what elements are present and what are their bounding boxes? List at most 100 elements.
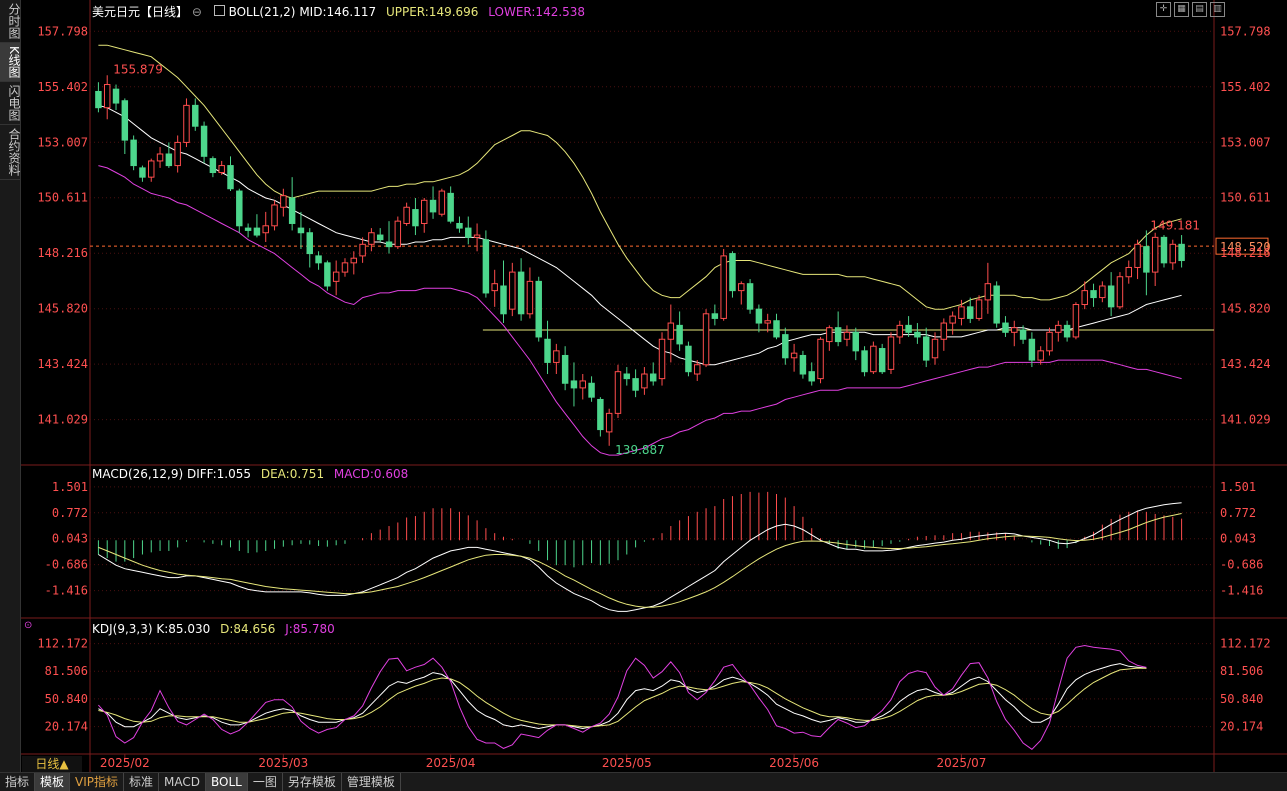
window-controls: ✛ ▦ ▤ ▥ (1156, 2, 1225, 17)
indicator-toggle-icon[interactable] (213, 5, 225, 16)
grid-icon[interactable]: ▤ (1192, 2, 1207, 17)
toolbar-macd[interactable]: MACD (159, 773, 207, 791)
kdj-j-line (98, 644, 1147, 750)
grid-lines (20, 0, 1287, 772)
candle-body (447, 192, 454, 222)
price-left-tick: 141.029 (37, 413, 88, 427)
candle-body (1178, 243, 1185, 262)
kdj-panel[interactable] (98, 644, 1147, 750)
candle-body (491, 283, 498, 292)
candle-body (165, 153, 173, 167)
candle-body (156, 153, 164, 162)
x-label: 2025/05 (602, 756, 652, 770)
candle-body (465, 227, 472, 238)
candle-body (1151, 236, 1159, 273)
candle-body (711, 313, 719, 319)
toolbar-indicator[interactable]: 指标 (0, 773, 36, 791)
candle-body (843, 331, 851, 340)
candle-body (729, 253, 736, 292)
candle-body (738, 283, 745, 292)
candle-body (967, 306, 974, 319)
toolbar-vip-indicator[interactable]: VIP指标 (70, 773, 125, 791)
candle-body (394, 220, 402, 248)
chart-canvas: 148.520155.879139.887149.181 157.798 157.… (20, 0, 1287, 772)
toolbar-save-template[interactable]: 另存模板 (283, 773, 342, 791)
price-left-tick: 148.216 (37, 246, 88, 260)
candle-body (799, 354, 807, 375)
candle-body (412, 209, 419, 227)
macd-dea-line (98, 513, 1182, 608)
candle-body (288, 197, 296, 224)
recent-high-annotation: 149.181 (1150, 218, 1200, 232)
candle-body (482, 239, 490, 294)
kdj-right-tick: 20.174 (1220, 720, 1263, 734)
toolbar-standard[interactable]: 标准 (124, 773, 160, 791)
candle-body (209, 158, 217, 174)
layout-icon[interactable]: ▦ (1174, 2, 1189, 17)
x-label: 2025/03 (258, 756, 308, 770)
candle-body (826, 327, 833, 343)
tab-timeshare[interactable]: 分时图 (0, 0, 21, 43)
macd-left-tick: -1.416 (45, 584, 88, 598)
macd-panel[interactable] (97, 491, 1183, 612)
kdj-settings-icon[interactable]: ⊙ (24, 620, 32, 631)
high-annotation: 155.879 (113, 62, 163, 76)
toolbar-boll[interactable]: BOLL (206, 773, 248, 791)
price-right-tick: 141.029 (1220, 413, 1271, 427)
candle-body (553, 350, 560, 363)
price-right-tick: 143.424 (1220, 357, 1271, 371)
price-right-tick: 150.611 (1220, 191, 1271, 205)
candle-body (473, 234, 481, 238)
x-label: 2025/02 (100, 756, 150, 770)
candle-body (870, 345, 877, 373)
toolbar-template[interactable]: 模板 (35, 773, 71, 791)
candle-body (940, 322, 948, 340)
candle-body (332, 271, 340, 282)
candle-body (746, 283, 754, 310)
price-left-tick: 145.820 (37, 302, 88, 316)
boll-upper-line (98, 44, 1182, 310)
candle-body (1055, 324, 1062, 333)
candle-body (103, 84, 111, 109)
price-panel[interactable]: 148.520155.879139.887149.181 (90, 44, 1271, 457)
candle-body (649, 373, 657, 382)
symbol-title: 美元日元【日线】 (92, 5, 189, 19)
kdj-right-tick: 50.840 (1220, 692, 1263, 706)
candle-body (561, 354, 569, 384)
price-left-tick: 157.798 (37, 24, 88, 38)
candle-body (579, 380, 586, 389)
macd-right-tick: 0.772 (1220, 506, 1256, 520)
candle-body (526, 280, 534, 315)
candle-body (861, 350, 868, 373)
candle-body (993, 285, 1000, 324)
kdj-left-tick: 112.172 (37, 637, 88, 651)
tab-kline[interactable]: K线图 (0, 43, 21, 82)
candle-body (500, 285, 507, 315)
candle-body (878, 348, 886, 373)
price-left-tick: 155.402 (37, 80, 88, 94)
tab-contract-info[interactable]: 合约资料 (0, 125, 21, 180)
period-selector[interactable]: 日线▲ (22, 756, 82, 772)
kdj-header: KDJ(9,3,3) K:85.030 D:84.656 J:85.780 (92, 622, 335, 636)
low-annotation: 139.887 (615, 443, 665, 457)
toolbar-manage-template[interactable]: 管理模板 (342, 773, 401, 791)
price-right-tick: 148.216 (1220, 246, 1271, 260)
macd-diff-line (98, 502, 1182, 612)
candle-body (341, 262, 349, 273)
bottom-toolbar: 指标 模板 VIP指标 标准 MACD BOLL 一图 另存模板 管理模板 (0, 772, 1287, 791)
macd-right-tick: -1.416 (1220, 584, 1263, 598)
settings-icon[interactable]: ⊖ (192, 5, 202, 19)
candle-body (1028, 338, 1036, 361)
crosshair-icon[interactable]: ✛ (1156, 2, 1171, 17)
split-icon[interactable]: ▥ (1210, 2, 1225, 17)
toolbar-one-chart[interactable]: 一图 (248, 773, 283, 791)
kdj-j: J:85.780 (285, 622, 335, 636)
macd-right-tick: -0.686 (1220, 558, 1263, 572)
candle-body (817, 338, 824, 380)
candle-body (1046, 331, 1053, 352)
tab-flash[interactable]: 闪电图 (0, 82, 21, 125)
candle-body (720, 255, 727, 319)
macd-label: MACD(26,12,9) (92, 467, 184, 481)
macd-left-tick: 0.043 (52, 532, 88, 546)
candle-body (429, 199, 437, 213)
